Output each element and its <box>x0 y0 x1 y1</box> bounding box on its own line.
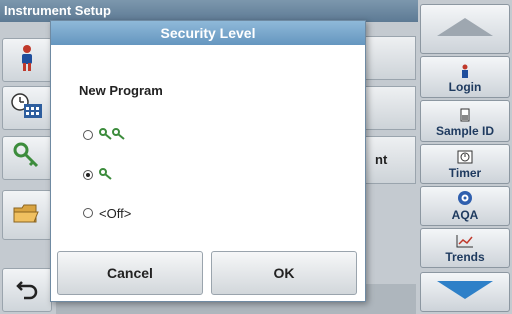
login-button[interactable]: Login <box>420 56 510 98</box>
date-time-icon <box>10 92 44 125</box>
instrument-screen: Instrument Setup nt Login Sample ID Time… <box>0 0 512 314</box>
security-button[interactable] <box>2 136 52 180</box>
date-time-button[interactable] <box>2 86 52 130</box>
sample-vial-icon <box>459 108 471 122</box>
sample-id-button[interactable]: Sample ID <box>420 100 510 142</box>
radio-off[interactable] <box>83 208 93 218</box>
dialog-title: Security Level <box>51 21 365 45</box>
option-one-key[interactable] <box>83 165 115 185</box>
trends-label: Trends <box>445 250 485 264</box>
operator-id-button[interactable] <box>2 38 52 82</box>
timer-icon <box>457 150 473 164</box>
one-key-icon <box>99 167 115 184</box>
option-off-label: <Off> <box>99 205 132 221</box>
scroll-down-button[interactable] <box>420 272 510 312</box>
back-arrow-icon <box>14 276 40 305</box>
background-row-text: nt <box>375 152 388 167</box>
radio-two-keys[interactable] <box>83 130 93 140</box>
scroll-up-button[interactable] <box>420 4 510 54</box>
back-button[interactable] <box>2 268 52 312</box>
aqa-button[interactable]: AQA <box>420 186 510 226</box>
security-level-dialog: Security Level New Program <Off> Cancel … <box>50 20 366 302</box>
aqa-label: AQA <box>451 208 479 222</box>
dialog-prompt: New Program <box>79 83 163 98</box>
user-icon <box>460 64 470 78</box>
sample-id-label: Sample ID <box>435 124 495 138</box>
trends-button[interactable]: Trends <box>420 228 510 268</box>
trend-chart-icon <box>456 234 474 248</box>
timer-button[interactable]: Timer <box>420 144 510 184</box>
ok-button[interactable]: OK <box>211 251 357 295</box>
login-label: Login <box>448 80 482 94</box>
window-title: Instrument Setup <box>0 0 418 22</box>
two-keys-icon <box>99 127 127 144</box>
option-off[interactable]: <Off> <box>83 203 131 223</box>
file-button[interactable] <box>2 190 52 240</box>
folder-icon <box>12 200 42 231</box>
option-two-keys[interactable] <box>83 125 127 145</box>
up-arrow-icon <box>435 16 495 43</box>
radio-one-key[interactable] <box>83 170 93 180</box>
down-arrow-icon <box>435 279 495 306</box>
timer-label: Timer <box>448 166 482 180</box>
security-key-icon <box>13 142 41 175</box>
operator-id-icon <box>16 44 38 77</box>
aqa-icon <box>457 190 473 206</box>
cancel-button[interactable]: Cancel <box>57 251 203 295</box>
